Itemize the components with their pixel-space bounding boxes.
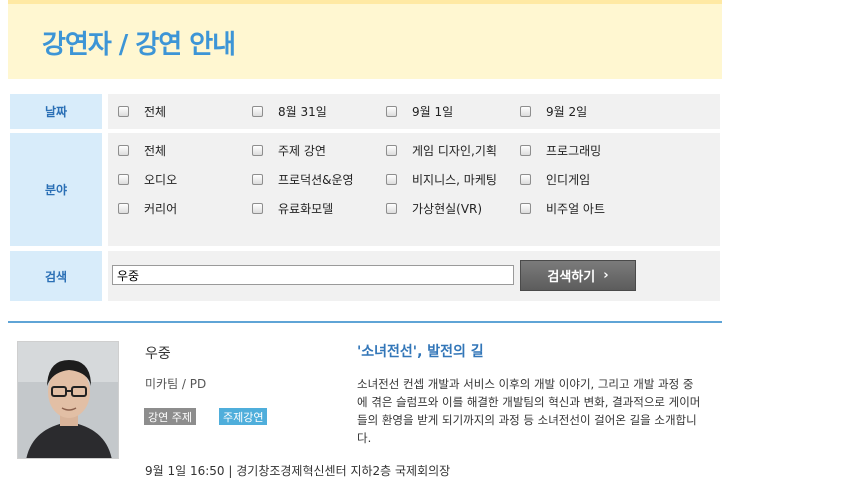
date-option-aug31[interactable]: 8월 31일 [252,102,327,120]
checkbox-icon[interactable] [386,173,397,185]
date-filter-label: 날짜 [10,94,102,129]
field-option-production[interactable]: 프로덕션&운영 [252,170,354,188]
date-option-sep1[interactable]: 9월 1일 [386,102,453,120]
search-button[interactable]: 검색하기 › [520,260,636,291]
field-option-audio[interactable]: 오디오 [118,170,177,188]
field-filter-label: 분야 [10,133,102,246]
field-filter-row: 분야 전체 주제 강연 게임 디자인,기획 프로그래밍 오디오 프로덕션&운영 … [10,133,720,246]
checkbox-icon[interactable] [520,144,531,156]
search-body: 검색하기 › [108,251,720,301]
search-input[interactable] [112,265,514,285]
search-button-label: 검색하기 [547,270,596,285]
page-title: 강연자 / 강연 안내 [42,30,236,60]
checkbox-icon[interactable] [118,202,129,214]
checkbox-icon[interactable] [118,144,129,156]
talk-title[interactable]: '소녀전선', 발전의 길 [357,341,484,361]
date-option-all[interactable]: 전체 [118,102,166,120]
field-filter-options: 전체 주제 강연 게임 디자인,기획 프로그래밍 오디오 프로덕션&운영 비지니… [108,133,720,246]
field-option-visual-art[interactable]: 비주얼 아트 [520,199,605,217]
field-option-keynote[interactable]: 주제 강연 [252,141,326,159]
field-option-game-design[interactable]: 게임 디자인,기획 [386,141,497,159]
chevron-right-icon: › [603,268,609,283]
speaker-org: 미카팀 / PD [145,377,207,391]
checkbox-icon[interactable] [386,105,397,117]
date-filter-row: 날짜 전체 8월 31일 9월 1일 9월 2일 [10,94,720,129]
checkbox-icon[interactable] [520,105,531,117]
checkbox-icon[interactable] [252,173,263,185]
talk-type-badge: 강연 주제 [144,408,196,425]
talk-schedule: 9월 1일 16:50 | 경기창조경제혁신센터 지하2층 국제회의장 [145,464,451,478]
speaker-photo [17,341,119,459]
field-option-monetization[interactable]: 유료화모델 [252,199,333,217]
field-option-indie[interactable]: 인디게임 [520,170,590,188]
talk-description: 소녀전선 컨셉 개발과 서비스 이후의 개발 이야기, 그리고 개발 과정 중에… [357,377,701,445]
checkbox-icon[interactable] [386,202,397,214]
checkbox-icon[interactable] [386,144,397,156]
field-option-career[interactable]: 커리어 [118,199,177,217]
speaker-name: 우중 [145,346,171,362]
field-option-vr[interactable]: 가상현실(VR) [386,199,482,217]
checkbox-icon[interactable] [118,173,129,185]
checkbox-icon[interactable] [118,105,129,117]
search-row: 검색 검색하기 › [10,251,720,301]
talk-category-badge[interactable]: 주제강연 [219,408,268,425]
checkbox-icon[interactable] [520,173,531,185]
checkbox-icon[interactable] [252,144,263,156]
search-label: 검색 [10,251,102,301]
field-option-business[interactable]: 비지니스, 마케팅 [386,170,497,188]
checkbox-icon[interactable] [252,202,263,214]
date-filter-options: 전체 8월 31일 9월 1일 9월 2일 [108,94,720,129]
date-option-sep2[interactable]: 9월 2일 [520,102,587,120]
field-option-programming[interactable]: 프로그래밍 [520,141,601,159]
page-header: 강연자 / 강연 안내 [8,0,722,79]
field-option-all[interactable]: 전체 [118,141,166,159]
checkbox-icon[interactable] [520,202,531,214]
checkbox-icon[interactable] [252,105,263,117]
results-divider [8,321,722,323]
